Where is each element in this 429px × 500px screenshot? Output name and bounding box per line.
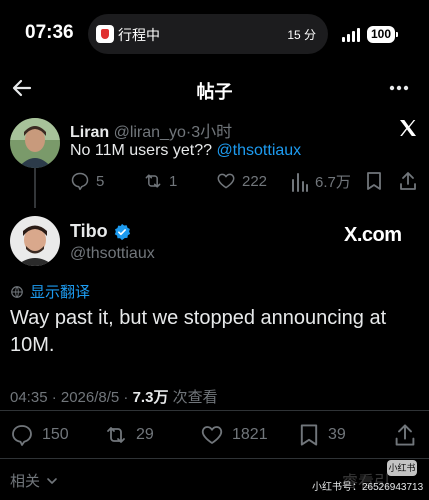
analytics-icon bbox=[292, 172, 308, 192]
share-button[interactable] bbox=[399, 171, 417, 191]
reply-header: Liran @liran_yo·3小时 bbox=[70, 124, 233, 141]
heart-icon bbox=[201, 426, 223, 444]
avatar[interactable] bbox=[10, 118, 60, 168]
author-name[interactable]: Liran bbox=[70, 124, 109, 141]
repost-icon bbox=[107, 427, 125, 443]
page-title: 帖子 bbox=[196, 82, 233, 102]
signal-icon bbox=[342, 28, 362, 42]
watermark-badge: 小红书 bbox=[387, 460, 417, 476]
globe-icon bbox=[11, 285, 23, 298]
status-bar: 07:36 行程中 15 分 100 bbox=[0, 0, 429, 68]
live-activity-text: 行程中 bbox=[118, 27, 160, 43]
live-activity-eta: 15 分 bbox=[287, 28, 316, 42]
like-count-button[interactable]: 222 bbox=[216, 171, 267, 191]
repost-count-button[interactable]: 29 bbox=[104, 423, 154, 447]
share-icon bbox=[400, 172, 416, 190]
source-badge: X.com bbox=[344, 224, 402, 246]
avatar[interactable] bbox=[10, 216, 60, 266]
divider bbox=[0, 410, 429, 411]
share-icon bbox=[395, 424, 415, 446]
post-text: Way past it, but we stopped announcing a… bbox=[10, 307, 387, 356]
heart-icon bbox=[217, 173, 235, 189]
view-count-button[interactable]: 6.7万 bbox=[291, 171, 351, 192]
more-options-icon[interactable] bbox=[387, 76, 411, 100]
thread-connector bbox=[34, 168, 36, 208]
battery-icon: 100 bbox=[367, 26, 398, 43]
navigation-bar: 帖子 bbox=[0, 68, 429, 112]
post-meta: 04:35 · 2026/8/5 · 7.3万 次查看 bbox=[10, 386, 218, 407]
x-logo-icon bbox=[398, 118, 418, 138]
status-time: 07:36 bbox=[25, 22, 74, 43]
mention-link[interactable]: @thsottiaux bbox=[216, 142, 301, 159]
related-section-toggle[interactable]: 相关 bbox=[10, 470, 58, 491]
post-time-ago: 3小时 bbox=[191, 124, 233, 141]
live-activity-pill[interactable]: 行程中 15 分 bbox=[88, 14, 328, 54]
comment-icon bbox=[12, 425, 32, 446]
show-translation-link[interactable]: 显示翻译 bbox=[10, 281, 90, 302]
author-name[interactable]: Tibo bbox=[70, 221, 108, 242]
like-count-button[interactable]: 1821 bbox=[200, 423, 268, 447]
watermark-text: 小红书号：26526943713 bbox=[312, 482, 424, 493]
bookmark-icon bbox=[367, 172, 381, 190]
reply-count-button[interactable]: 150 bbox=[10, 423, 69, 447]
divider bbox=[0, 458, 429, 459]
repost-count-button[interactable]: 1 bbox=[143, 171, 177, 191]
bookmark-count-button[interactable]: 39 bbox=[298, 423, 346, 447]
author-handle[interactable]: @thsottiaux bbox=[70, 245, 155, 263]
share-button[interactable] bbox=[394, 423, 416, 447]
comment-icon bbox=[71, 172, 89, 191]
repost-icon bbox=[145, 174, 161, 188]
bookmark-icon bbox=[300, 424, 318, 446]
author-handle[interactable]: @liran_yo bbox=[114, 124, 186, 141]
verified-badge-icon bbox=[114, 223, 130, 240]
reply-count-button[interactable]: 5 bbox=[70, 171, 104, 191]
app-icon bbox=[96, 25, 114, 43]
reply-text: No 11M users yet?? @thsottiaux bbox=[70, 142, 302, 159]
view-label: 次查看 bbox=[168, 389, 218, 406]
bookmark-button[interactable] bbox=[365, 171, 383, 191]
chevron-down-icon bbox=[47, 477, 57, 484]
author-name-row: Tibo bbox=[70, 221, 131, 242]
post-timestamp: 04:35 · 2026/8/5 · bbox=[10, 389, 133, 406]
view-count: 7.3万 bbox=[132, 389, 169, 406]
